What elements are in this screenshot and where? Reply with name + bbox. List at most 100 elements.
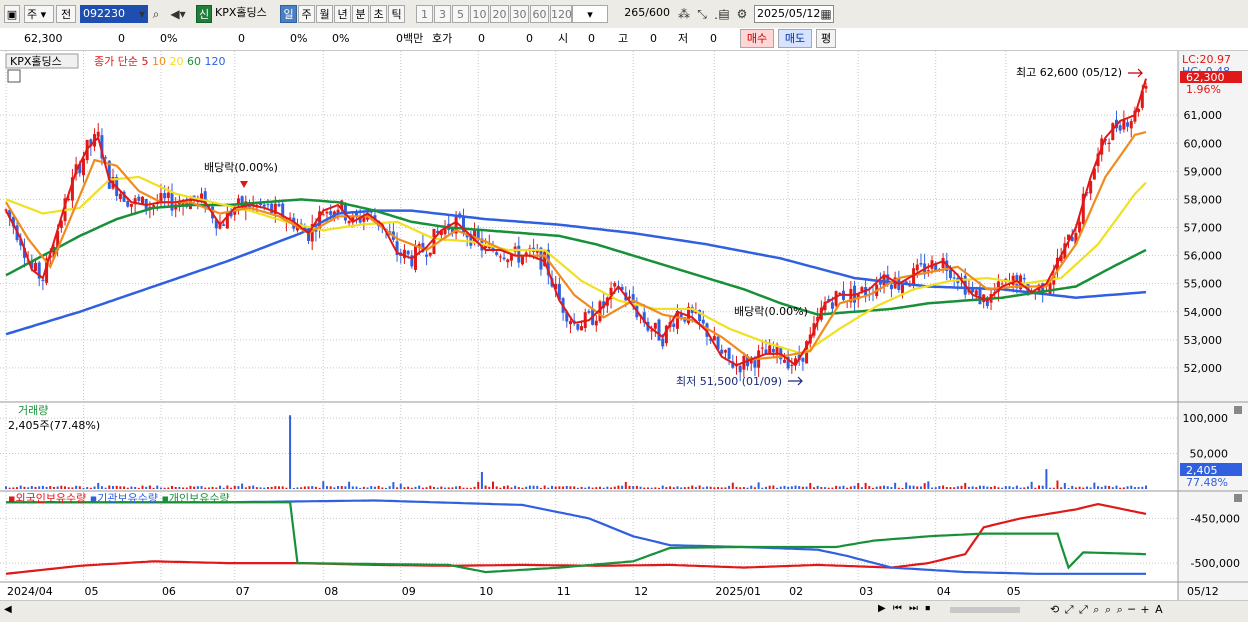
volume-bar <box>410 487 413 489</box>
volume-bar <box>152 487 155 489</box>
volume-bar <box>539 487 542 489</box>
volume-bar <box>1119 487 1122 489</box>
interval-button-6[interactable]: 60 <box>530 5 549 23</box>
volume-bar <box>366 487 369 489</box>
candle-body <box>1126 122 1130 127</box>
speaker-icon[interactable]: ◀▾ <box>166 5 190 23</box>
zoom-icons[interactable]: ⟲ ⤢ ⤢ ⌕ ⌕ ⌕ ─ + A <box>1050 603 1164 617</box>
volume-last-pct: 77.48% <box>1186 476 1228 489</box>
volume-bar <box>425 487 428 489</box>
close-holdings-icon[interactable] <box>1234 494 1242 502</box>
interval-button-7[interactable]: 120 <box>550 5 572 23</box>
volume-bar <box>130 486 133 489</box>
price-tick-label: 57,000 <box>1184 222 1223 235</box>
search-icon[interactable]: ⌕ <box>148 5 164 23</box>
eval-button[interactable]: 평 <box>816 29 836 48</box>
candle-body <box>889 284 893 290</box>
volume-bar <box>263 487 266 489</box>
interval-button-0[interactable]: 1 <box>416 5 433 23</box>
playback-icons[interactable]: ▶ ⏮ ⏭ ⏹ <box>878 603 932 614</box>
volume-bar <box>1097 486 1100 489</box>
volume-bar <box>978 485 981 489</box>
volume-bar <box>451 487 454 489</box>
calendar-icon[interactable]: ▦ <box>818 5 834 23</box>
save-icon[interactable]: ▤ <box>716 5 732 23</box>
volume-bar <box>573 486 576 489</box>
scroll-left-icon[interactable]: ◀ <box>4 604 12 615</box>
volume-bar <box>750 485 753 489</box>
chart-area[interactable]: 52,000 53,000 54,000 55,000 56,000 57,000 58,0… <box>0 51 1248 600</box>
volume-bar <box>388 486 391 489</box>
candle-body <box>362 216 366 222</box>
volume-bar <box>111 486 114 489</box>
volume-bar <box>938 486 941 489</box>
volume-bar <box>908 485 911 489</box>
volume-bar <box>34 486 37 489</box>
prev-button[interactable]: 전 <box>56 5 76 23</box>
sell-button[interactable]: 매도 <box>778 29 812 48</box>
volume-bar <box>646 487 649 489</box>
close-volume-icon[interactable] <box>1234 406 1242 414</box>
volume-bar <box>801 486 804 489</box>
interval-button-4[interactable]: 20 <box>490 5 509 23</box>
zoom-slider[interactable] <box>950 607 1020 613</box>
period-button-4[interactable]: 분 <box>352 5 369 23</box>
period-button-5[interactable]: 초 <box>370 5 387 23</box>
grid-toggle-icon[interactable] <box>7 69 21 83</box>
volume-bar <box>119 486 122 489</box>
volume-bar <box>1049 487 1052 489</box>
window-menu-icon[interactable]: ▣ <box>4 5 20 23</box>
volume-bar <box>499 487 502 489</box>
crosshair-icon[interactable]: ⤡ <box>694 5 710 23</box>
low-annotation: 최저 51,500 (01/09) <box>676 375 782 388</box>
period-button-6[interactable]: 틱 <box>388 5 405 23</box>
gear-icon[interactable]: ⚙ <box>734 5 750 23</box>
period-button-1[interactable]: 주 <box>298 5 315 23</box>
volume-bar <box>990 486 993 489</box>
volume-bar <box>64 486 67 489</box>
interval-button-5[interactable]: 30 <box>510 5 529 23</box>
volume-bar <box>78 486 81 489</box>
quote-change-pct: 0% <box>160 32 178 45</box>
volume-bar <box>148 485 151 489</box>
volume-bar <box>447 487 450 489</box>
interval-button-3[interactable]: 10 <box>470 5 489 23</box>
ma-legend-item: 60 <box>187 55 205 68</box>
volume-bar <box>912 485 915 489</box>
time-tick-label: 11 <box>557 585 571 598</box>
interval-dropdown[interactable]: ▾ <box>572 5 608 23</box>
candle-body <box>901 284 905 294</box>
candle-body <box>701 319 705 324</box>
volume-bar <box>432 486 435 489</box>
buy-button[interactable]: 매수 <box>740 29 774 48</box>
quote-volume: 0 <box>238 32 245 45</box>
indicator-icon[interactable]: ⁂ <box>676 5 692 23</box>
volume-bar <box>1012 487 1015 489</box>
interval-button-2[interactable]: 5 <box>452 5 469 23</box>
volume-bar <box>16 487 19 489</box>
candle-body <box>1000 283 1004 285</box>
candle-body <box>521 255 525 265</box>
candle-body <box>952 277 956 279</box>
volume-bar <box>576 487 579 489</box>
scroll-bar[interactable]: ◀ ▶ ⏮ ⏭ ⏹ ⟲ ⤢ ⤢ ⌕ ⌕ ⌕ ─ + A <box>0 600 1248 622</box>
volume-bar <box>414 486 417 489</box>
volume-bar <box>661 485 664 489</box>
candle-body <box>222 224 226 226</box>
period-button-0[interactable]: 일 <box>280 5 297 23</box>
volume-bar <box>595 487 598 489</box>
period-button-2[interactable]: 월 <box>316 5 333 23</box>
quote-vol-pct2: 0% <box>332 32 350 45</box>
time-tick-label: 05 <box>1007 585 1021 598</box>
count-display: 265/600 <box>612 5 672 23</box>
period-button-3[interactable]: 년 <box>334 5 351 23</box>
candle-body <box>1118 125 1122 131</box>
candle-body <box>926 270 930 272</box>
volume-bar <box>824 487 827 489</box>
interval-button-1[interactable]: 3 <box>434 5 451 23</box>
volume-bar <box>1063 482 1066 489</box>
candle-body <box>163 193 167 199</box>
period-select[interactable]: 주 ▾ <box>24 5 54 23</box>
volume-bar <box>93 486 96 489</box>
volume-bar <box>314 486 317 489</box>
